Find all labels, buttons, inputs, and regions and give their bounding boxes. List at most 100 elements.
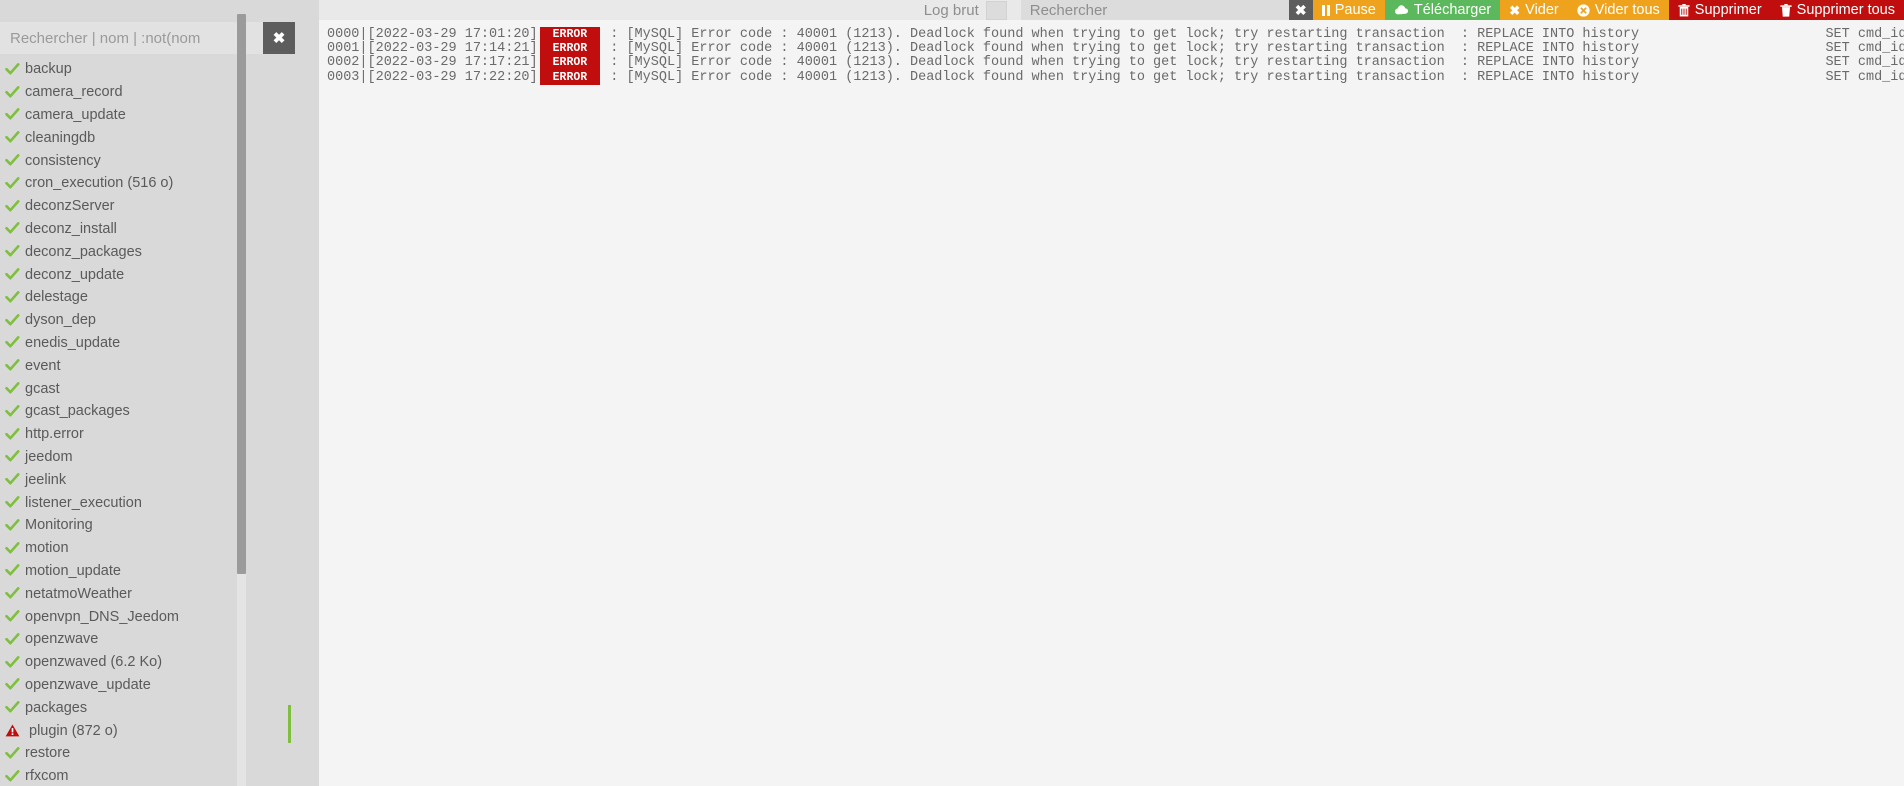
log-file-item[interactable]: gcast_packages (0, 400, 300, 423)
log-file-item[interactable]: gcast (0, 377, 300, 400)
warning-triangle-icon (5, 724, 25, 737)
log-file-label: netatmoWeather (25, 585, 132, 602)
toolbar-button-supprimer[interactable]: Supprimer (1668, 0, 1771, 20)
log-file-list[interactable]: backup camera_record camera_update cleaning… (0, 58, 300, 786)
toolbar-button-label: Supprimer tous (1796, 1, 1895, 18)
sidebar-scrollbar-thumb[interactable] (237, 14, 246, 574)
log-file-item[interactable]: cleaningdb (0, 126, 300, 149)
check-icon (5, 610, 25, 623)
check-icon (5, 199, 25, 213)
log-file-item[interactable]: jeelink (0, 468, 300, 491)
check-icon (5, 290, 25, 304)
check-icon (5, 701, 25, 714)
log-file-item[interactable]: deconz_update (0, 263, 300, 286)
log-line-prefix: 0001|[2022-03-29 17:14:21] (327, 41, 538, 57)
log-file-item[interactable]: dyson_dep (0, 309, 300, 332)
log-file-item[interactable]: backup (0, 58, 300, 81)
log-file-item[interactable]: delestage (0, 286, 300, 309)
log-viewer-page: ✖ backup camera_record camera_updatecleani… (0, 0, 1904, 786)
check-icon (5, 769, 25, 783)
sidebar-search-clear-button[interactable]: ✖ (263, 22, 295, 54)
log-file-item[interactable]: enedis_update (0, 332, 300, 355)
check-icon (5, 746, 25, 760)
trash-alt-icon (1780, 3, 1792, 17)
log-file-item[interactable]: restore (0, 742, 300, 765)
log-file-item[interactable]: listener_execution (0, 491, 300, 514)
toolbar-button-label: Pause (1334, 1, 1376, 18)
log-search-input[interactable] (1020, 0, 1289, 20)
log-file-item[interactable]: netatmoWeather (0, 582, 300, 605)
log-line-message: : [MySQL] Error code : 40001 (1213). Dea… (602, 55, 1904, 71)
log-file-label: motion_update (25, 562, 121, 579)
log-level-badge: ERROR (539, 55, 601, 71)
toolbar-actions: Pause Télécharger ✖ Vider Vider tous Supprime… (1312, 0, 1904, 20)
check-icon (5, 154, 25, 167)
log-level-badge: ERROR (539, 41, 601, 57)
log-file-label: consistency (25, 152, 101, 169)
log-file-item[interactable]: Monitoring (0, 514, 300, 537)
log-line-prefix: 0003|[2022-03-29 17:22:20] (327, 69, 538, 85)
check-icon (5, 359, 25, 372)
log-file-label: dyson_dep (25, 312, 96, 329)
log-file-item[interactable]: camera_update (0, 104, 300, 127)
check-icon (5, 176, 25, 190)
log-file-item[interactable]: rfxcom (0, 765, 300, 786)
log-file-item[interactable]: deconz_packages (0, 240, 300, 263)
sidebar-search-bar: ✖ (0, 22, 295, 54)
log-file-label: restore (25, 745, 71, 762)
check-icon (5, 655, 25, 669)
download-cloud-icon (1394, 5, 1408, 15)
log-file-item[interactable]: motion (0, 537, 300, 560)
log-line-prefix: 0002|[2022-03-29 17:17:21] (327, 55, 538, 71)
selection-marker (288, 705, 291, 743)
log-file-item[interactable]: camera_record (0, 81, 300, 104)
log-file-label: plugin (872 o) (29, 722, 118, 739)
log-search-clear-button[interactable]: ✖ (1288, 0, 1313, 20)
log-file-item[interactable]: deconzServer (0, 195, 300, 218)
log-file-label: jeedom (25, 448, 73, 465)
toolbar-button-vider[interactable]: ✖ Vider (1500, 0, 1568, 20)
log-file-item[interactable]: plugin (872 o) (0, 719, 300, 742)
log-line-message: : [MySQL] Error code : 40001 (1213). Dea… (602, 69, 1904, 85)
check-icon (5, 245, 25, 258)
log-file-item[interactable]: openzwave (0, 628, 300, 651)
sidebar-search-input[interactable] (0, 22, 263, 54)
log-file-item[interactable]: jeedom (0, 446, 300, 469)
check-icon (5, 564, 25, 577)
log-file-label: cron_execution (516 o) (25, 175, 174, 192)
log-line: 0001|[2022-03-29 17:14:21] ERROR : [MySQL… (327, 41, 1904, 57)
log-file-label: camera_record (25, 84, 123, 101)
log-brut-label: Log brut (923, 1, 979, 19)
log-file-label: enedis_update (25, 334, 121, 351)
download-cloud-icon (1394, 4, 1409, 16)
toolbar-button-vider-tous[interactable]: Vider tous (1567, 0, 1669, 20)
toolbar-button-t-l-charger[interactable]: Télécharger (1384, 0, 1501, 20)
pause-icon (1321, 4, 1330, 16)
log-file-item[interactable]: packages (0, 696, 300, 719)
log-file-item[interactable]: consistency (0, 149, 300, 172)
log-level-badge: ERROR (539, 69, 601, 85)
check-icon (5, 382, 25, 395)
toolbar-button-supprimer-tous[interactable]: Supprimer tous (1770, 0, 1904, 20)
check-icon (5, 404, 25, 418)
log-file-label: backup (25, 61, 72, 78)
log-file-item[interactable]: http.error (0, 423, 300, 446)
log-file-item[interactable]: openzwaved (6.2 Ko) (0, 651, 300, 674)
log-file-label: cleaningdb (25, 129, 96, 146)
log-file-item[interactable]: event (0, 354, 300, 377)
toolbar-button-label: Supprimer (1694, 1, 1762, 18)
log-output-panel[interactable]: 0000|[2022-03-29 17:01:20] ERROR : [MySQL… (319, 20, 1904, 786)
check-icon (5, 541, 25, 555)
times-icon: ✖ (1509, 4, 1520, 17)
log-file-item[interactable]: cron_execution (516 o) (0, 172, 300, 195)
log-file-item[interactable]: motion_update (0, 560, 300, 583)
toolbar-button-pause[interactable]: Pause (1312, 0, 1385, 20)
log-file-label: delestage (25, 289, 88, 306)
log-brut-toggle[interactable]: Log brut (924, 0, 1021, 20)
log-file-item[interactable]: openvpn_DNS_Jeedom (0, 605, 300, 628)
log-file-item[interactable]: deconz_install (0, 218, 300, 241)
log-line-message: : [MySQL] Error code : 40001 (1213). Dea… (602, 41, 1904, 57)
log-line-prefix: 0000|[2022-03-29 17:01:20] (327, 27, 538, 42)
log-brut-checkbox[interactable] (985, 0, 1007, 20)
log-file-item[interactable]: openzwave_update (0, 674, 300, 697)
